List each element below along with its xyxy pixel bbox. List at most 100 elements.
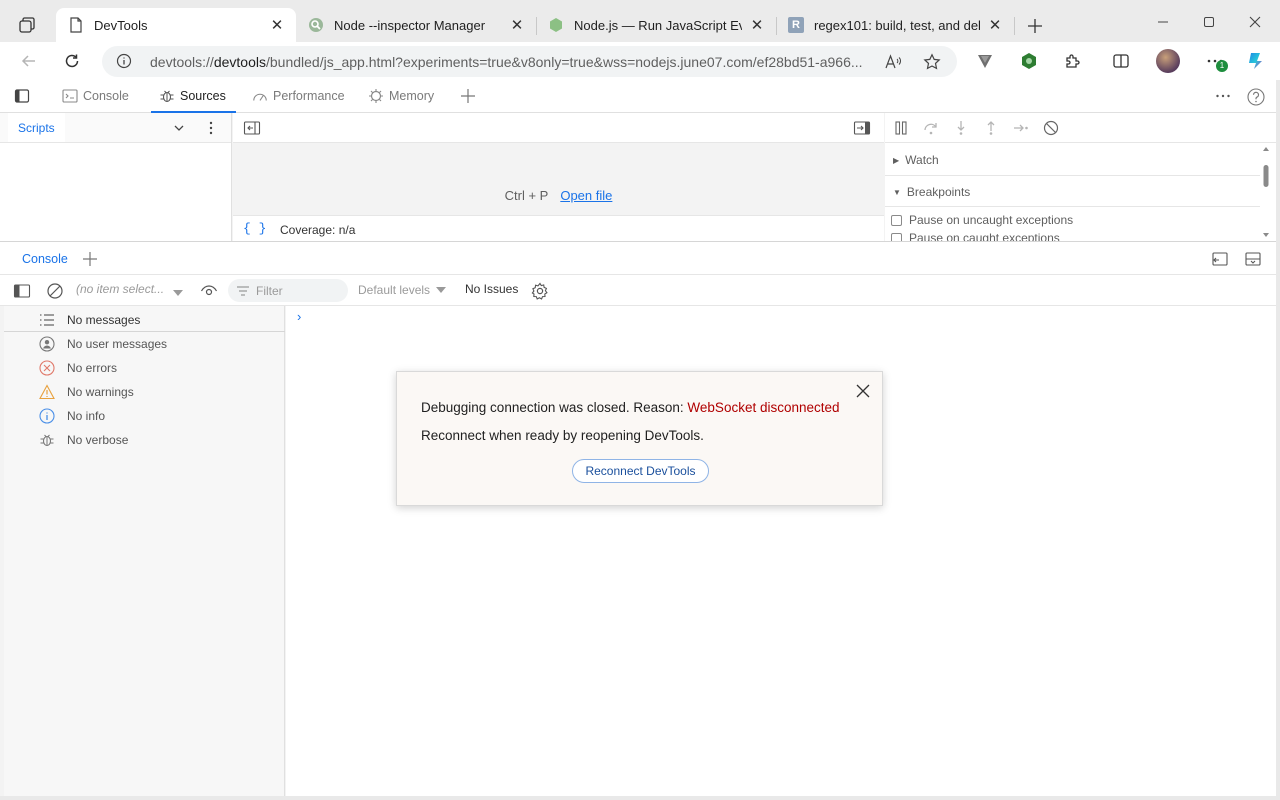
reconnect-devtools-button[interactable]: Reconnect DevTools	[572, 459, 709, 483]
pause-uncaught-option[interactable]: Pause on uncaught exceptions	[891, 213, 1073, 227]
context-selector[interactable]: (no item select...	[76, 282, 164, 296]
caret-down-icon[interactable]	[172, 285, 184, 296]
pause-uncaught-checkbox[interactable]	[891, 214, 902, 226]
sidebar-item-messages[interactable]: No messages	[4, 308, 285, 332]
step-out-icon[interactable]	[982, 119, 1000, 137]
sidebar-item-errors[interactable]: No errors	[4, 356, 285, 380]
deactivate-breakpoints-icon[interactable]	[1042, 119, 1060, 137]
tab-performance[interactable]: Performance	[252, 80, 345, 112]
step-into-icon[interactable]	[952, 119, 970, 137]
help-icon[interactable]	[1246, 87, 1266, 107]
tab-sources[interactable]: Sources	[151, 80, 236, 113]
tab-memory[interactable]: Memory	[368, 80, 434, 112]
plus-icon	[1028, 19, 1042, 33]
navigator-more-icon[interactable]	[204, 120, 218, 136]
new-tab-button[interactable]	[1022, 13, 1048, 39]
tab-console[interactable]: Console	[62, 80, 129, 112]
update-badge: 1	[1216, 60, 1228, 72]
address-bar[interactable]: devtools://devtools/bundled/js_app.html?…	[102, 46, 957, 77]
close-dialog-button[interactable]	[854, 382, 872, 400]
dialog-message: Debugging connection was closed. Reason:…	[421, 400, 840, 415]
close-tab-icon[interactable]: ✕	[268, 16, 286, 34]
refresh-button[interactable]	[58, 47, 86, 75]
window-edge	[0, 796, 1280, 800]
toggle-debugger-icon[interactable]	[853, 120, 871, 136]
open-file-link[interactable]: Open file	[560, 188, 612, 203]
page-icon	[68, 17, 84, 33]
maximize-button[interactable]	[1186, 8, 1232, 36]
info-icon	[39, 408, 55, 424]
console-filter-input[interactable]: Filter	[228, 279, 348, 302]
log-levels-dropdown[interactable]: Default levels	[358, 283, 447, 297]
close-window-button[interactable]	[1232, 8, 1278, 36]
back-button[interactable]	[15, 47, 43, 75]
close-drawer-icon[interactable]	[1244, 250, 1262, 268]
close-tab-icon[interactable]: ✕	[508, 16, 526, 34]
pause-resume-icon[interactable]	[892, 119, 910, 137]
console-icon	[62, 88, 78, 104]
console-settings-gear-icon[interactable]	[530, 281, 550, 301]
list-icon	[39, 312, 55, 328]
breakpoints-section[interactable]: ▼ Breakpoints	[893, 185, 970, 199]
divider	[885, 175, 1260, 176]
step-icon[interactable]	[1012, 119, 1030, 137]
expand-triangle-icon: ▶	[893, 155, 900, 165]
toggle-navigator-icon[interactable]	[243, 120, 261, 136]
node-inspector-icon	[308, 17, 324, 33]
toggle-console-sidebar-icon[interactable]	[12, 281, 32, 301]
live-expression-eye-icon[interactable]	[199, 281, 219, 301]
refresh-icon	[65, 54, 79, 68]
sidebar-item-info[interactable]: No info	[4, 404, 285, 428]
split-screen-icon[interactable]	[1110, 50, 1132, 72]
watch-section[interactable]: ▶ Watch	[893, 153, 939, 167]
extension-v-icon[interactable]	[974, 50, 996, 72]
dialog-instruction: Reconnect when ready by reopening DevToo…	[421, 428, 704, 443]
minimize-button[interactable]	[1140, 8, 1186, 36]
drawer-tab-console[interactable]: Console	[14, 242, 76, 275]
memory-chip-icon	[368, 88, 384, 104]
console-toolbar: (no item select... Filter Default levels…	[0, 275, 1276, 306]
read-aloud-icon[interactable]	[884, 53, 902, 71]
workspaces-icon[interactable]	[14, 12, 40, 38]
issues-counter[interactable]: No Issues	[465, 282, 518, 296]
browser-toolbar: devtools://devtools/bundled/js_app.html?…	[0, 42, 1280, 80]
add-drawer-tab-plus-icon[interactable]	[82, 251, 98, 267]
debugger-scrollbar[interactable]	[1262, 145, 1270, 241]
devtools-more-icon[interactable]	[1215, 88, 1233, 106]
step-over-icon[interactable]	[922, 119, 940, 137]
tab-scripts[interactable]: Scripts	[8, 113, 65, 142]
toggle-sidebar-icon[interactable]	[14, 88, 32, 106]
site-info-icon[interactable]	[116, 53, 132, 69]
tab-node-inspector-manager[interactable]: Node --inspector Manager ✕	[296, 8, 536, 42]
extensions-puzzle-icon[interactable]	[1062, 50, 1084, 72]
tab-title: Node.js — Run JavaScript Everyw	[574, 17, 742, 33]
tab-separator	[1014, 17, 1015, 35]
collapse-triangle-icon: ▼	[893, 187, 901, 197]
extension-node-icon[interactable]	[1018, 50, 1040, 72]
favorite-star-icon[interactable]	[923, 53, 941, 71]
copilot-icon[interactable]	[1244, 49, 1268, 73]
console-prompt[interactable]: ›	[297, 309, 301, 324]
settings-more-button[interactable]: 1	[1204, 50, 1228, 72]
sidebar-item-warnings[interactable]: No warnings	[4, 380, 285, 404]
sidebar-item-user-messages[interactable]: No user messages	[4, 332, 285, 356]
sidebar-item-verbose[interactable]: No verbose	[4, 428, 285, 452]
tab-nodejs[interactable]: Node.js — Run JavaScript Everyw ✕	[536, 8, 776, 42]
browser-tab-strip: DevTools ✕ Node --inspector Manager ✕ No…	[0, 0, 1280, 42]
filter-placeholder: Filter	[256, 284, 283, 298]
error-icon	[39, 360, 55, 376]
tab-title: DevTools	[94, 17, 148, 33]
pretty-print-icon[interactable]: { }	[243, 221, 266, 236]
clear-console-icon[interactable]	[45, 281, 65, 301]
dock-drawer-icon[interactable]	[1211, 250, 1229, 268]
add-panel-plus-icon[interactable]	[460, 88, 478, 106]
close-tab-icon[interactable]: ✕	[986, 16, 1004, 34]
close-tab-icon[interactable]: ✕	[748, 16, 766, 34]
chevron-down-icon[interactable]	[172, 121, 186, 135]
back-arrow-icon	[21, 55, 35, 67]
coverage-status: Coverage: n/a	[280, 223, 356, 237]
profile-avatar[interactable]	[1156, 49, 1180, 73]
window-edge	[1276, 80, 1280, 800]
tab-devtools[interactable]: DevTools ✕	[56, 8, 296, 42]
tab-regex101[interactable]: R regex101: build, test, and debug ✕	[776, 8, 1014, 42]
